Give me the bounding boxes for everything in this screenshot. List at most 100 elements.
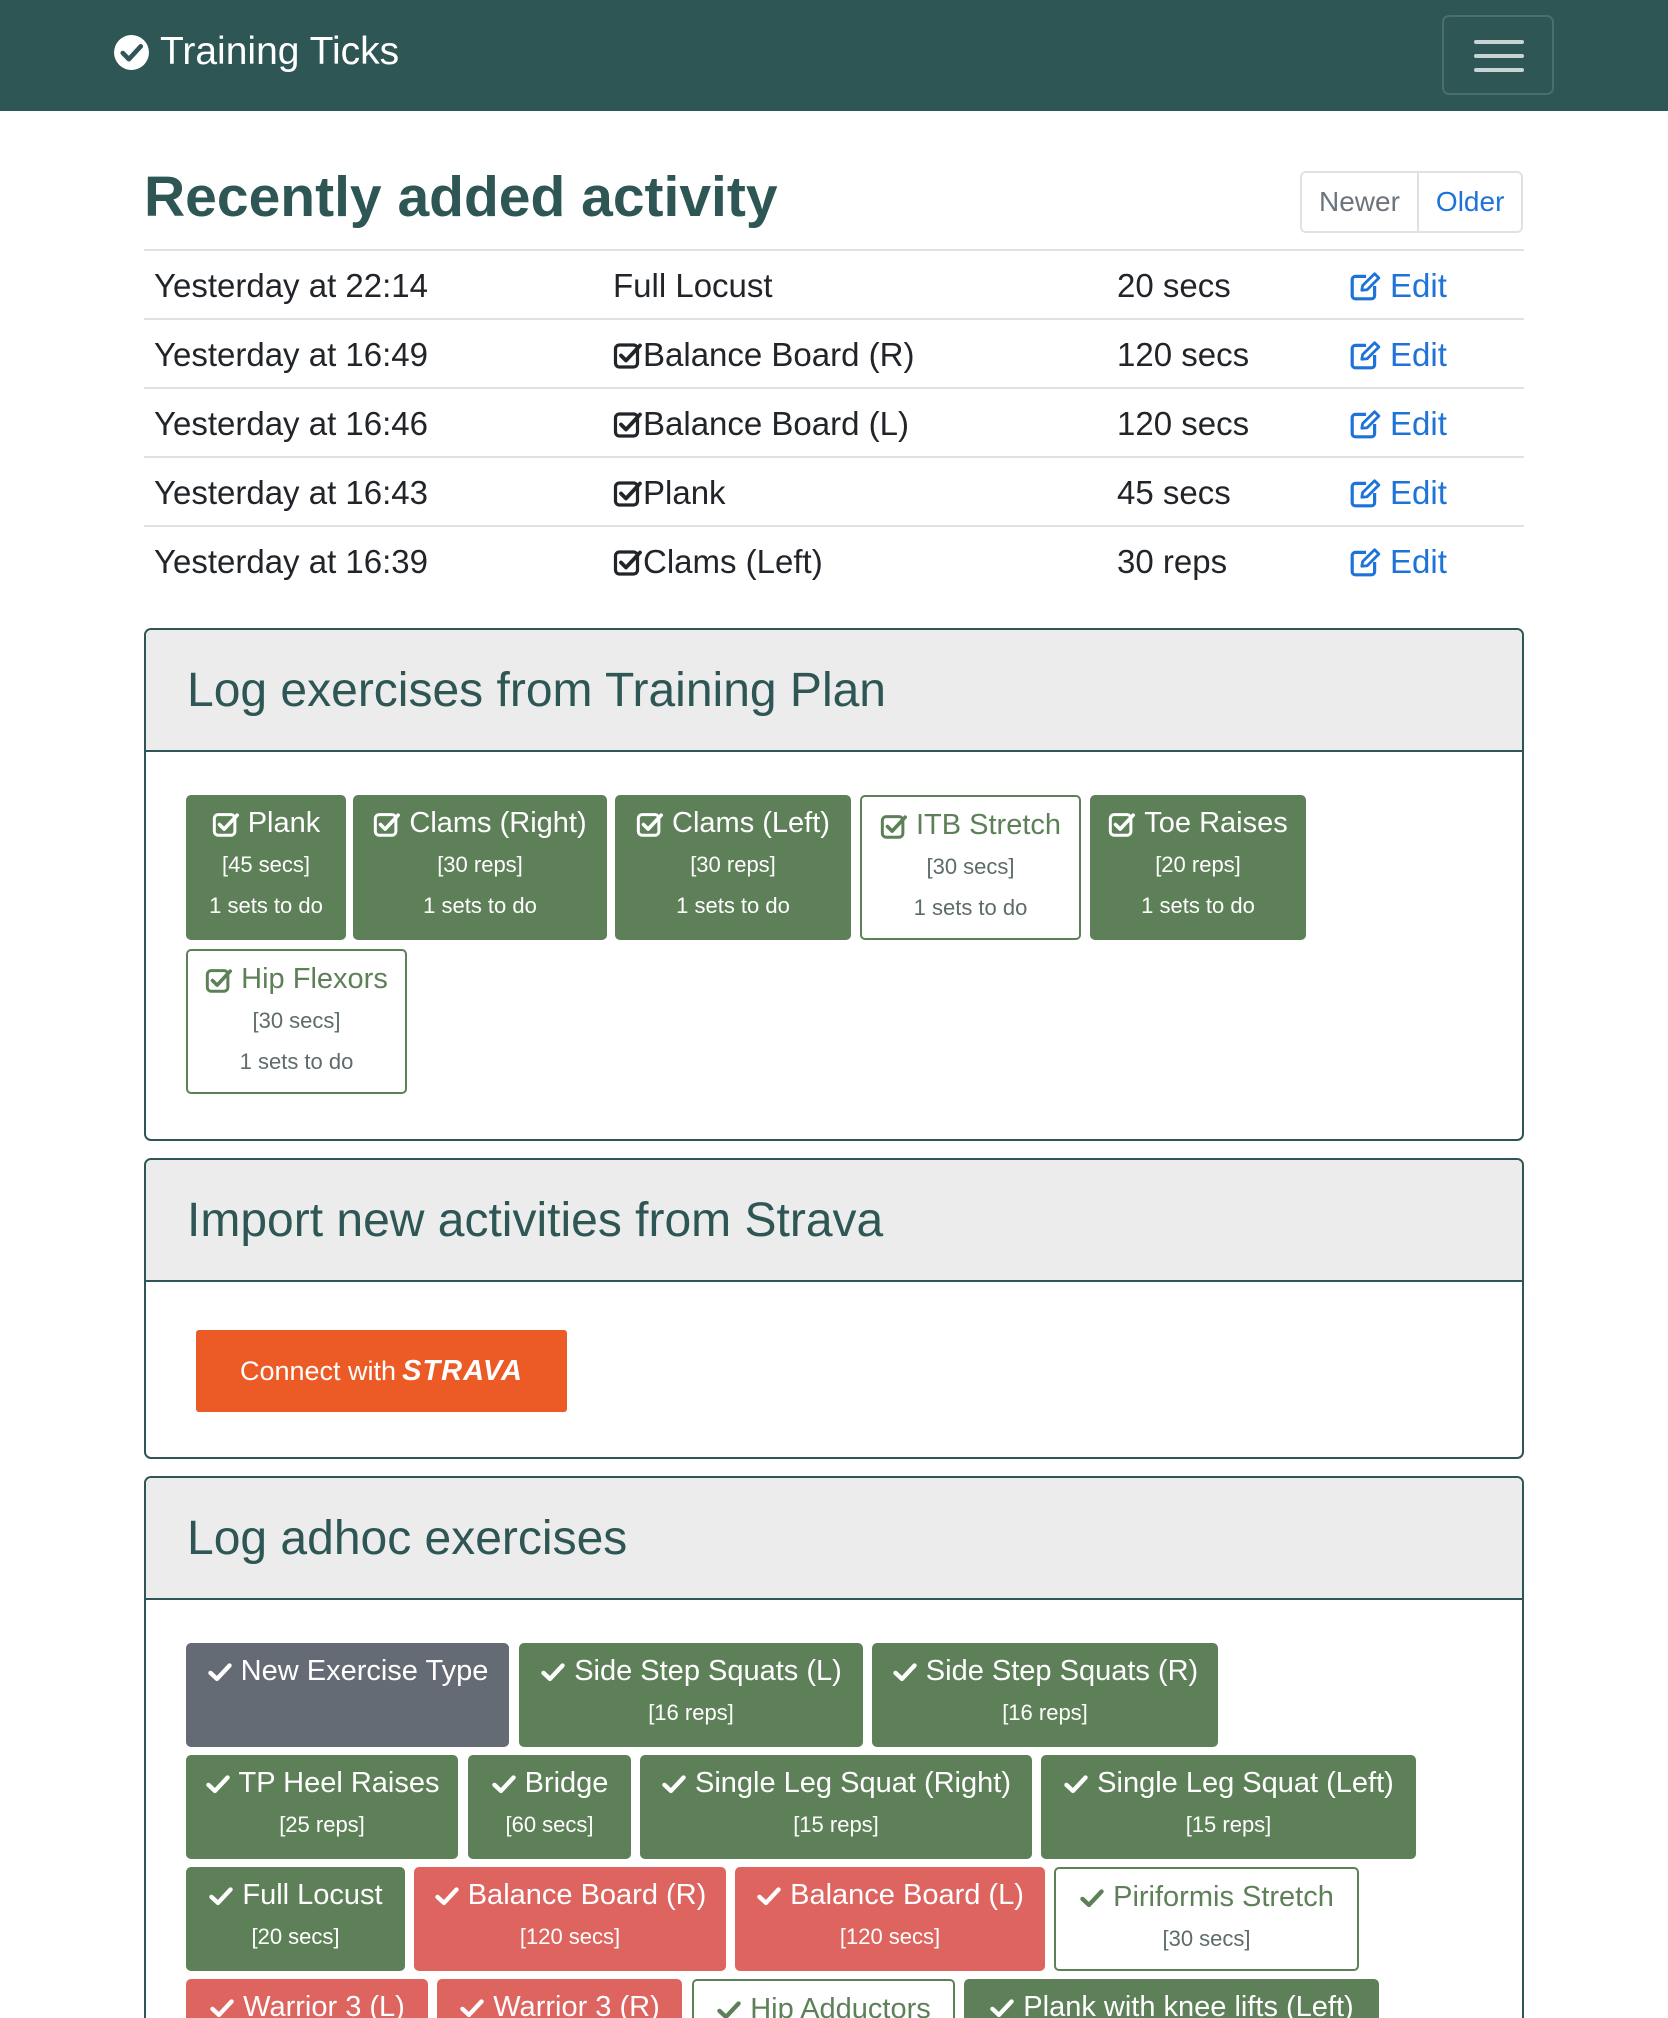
adhoc-exercise-button[interactable]: Side Step Squats (R) [16 reps] (872, 1643, 1218, 1747)
adhoc-exercise-detail: [25 reps] (279, 1812, 365, 1837)
activity-row: Yesterday at 16:49 Balance Board (R) 120 s… (144, 318, 1524, 387)
edit-label: Edit (1390, 336, 1447, 373)
connect-strava-button[interactable]: Connect with STRAVA (196, 1330, 567, 1412)
plan-exercise-sets: 1 sets to do (913, 895, 1028, 920)
plan-exercise-title: Clams (Left) (615, 807, 851, 840)
activity-table: Yesterday at 22:14 Full Locust 20 secs Edit… (144, 249, 1524, 594)
adhoc-exercise-button[interactable]: Side Step Squats (L) [16 reps] (519, 1643, 863, 1747)
plan-exercise-button[interactable]: Plank [45 secs] 1 sets to do (186, 795, 346, 940)
edit-link[interactable]: Edit (1349, 543, 1447, 581)
check-square-icon (212, 812, 239, 837)
check-icon (435, 1886, 459, 1905)
brand-link[interactable]: Training Ticks (113, 30, 399, 74)
activity-row: Yesterday at 22:14 Full Locust 20 secs Edit (144, 249, 1524, 318)
edit-link[interactable]: Edit (1349, 267, 1447, 305)
plan-exercise-title: Plank (186, 807, 346, 840)
edit-link[interactable]: Edit (1349, 405, 1447, 443)
activity-row: Yesterday at 16:43 Plank 45 secs Edit (144, 456, 1524, 525)
adhoc-exercise-button[interactable]: Warrior 3 (R) (437, 1979, 682, 2018)
adhoc-exercise-button[interactable]: Single Leg Squat (Left) [15 reps] (1041, 1755, 1416, 1859)
adhoc-exercise-button[interactable]: Hip Adductors (692, 1979, 955, 2018)
adhoc-exercise-title: Plank with knee lifts (Left) (964, 1991, 1379, 2018)
adhoc-exercise-button[interactable]: New Exercise Type (186, 1643, 509, 1747)
adhoc-exercise-name: Full Locust (242, 1879, 383, 1911)
plan-exercise-sets: 1 sets to do (209, 893, 323, 918)
adhoc-exercise-name: TP Heel Raises (238, 1767, 440, 1799)
adhoc-exercise-button[interactable]: TP Heel Raises [25 reps] (186, 1755, 458, 1859)
newer-button[interactable]: Newer (1302, 173, 1419, 231)
plan-exercise-sets: 1 sets to do (1141, 893, 1255, 918)
activity-time: Yesterday at 16:49 (154, 336, 428, 373)
adhoc-exercise-button[interactable]: Balance Board (L) [120 secs] (735, 1867, 1045, 1971)
adhoc-exercise-name: New Exercise Type (240, 1655, 489, 1687)
adhoc-exercise-name: Piriformis Stretch (1113, 1881, 1334, 1913)
adhoc-exercise-button[interactable]: Bridge [60 secs] (468, 1755, 631, 1859)
check-icon (990, 1998, 1014, 2017)
adhoc-exercise-button[interactable]: Plank with knee lifts (Left) (964, 1979, 1379, 2018)
adhoc-exercise-detail: [30 secs] (1162, 1926, 1251, 1951)
plan-exercise-name: ITB Stretch (915, 809, 1062, 841)
edit-icon (1350, 410, 1381, 439)
adhoc-exercise-detail: [16 reps] (648, 1700, 734, 1725)
adhoc-exercise-name: Warrior 3 (L) (243, 1991, 405, 2018)
adhoc-exercise-detail: [15 reps] (793, 1812, 879, 1837)
adhoc-exercise-button[interactable]: Balance Board (R) [120 secs] (414, 1867, 726, 1971)
adhoc-header: Log adhoc exercises (146, 1478, 1522, 1600)
plan-exercise-button[interactable]: Toe Raises [20 reps] 1 sets to do (1090, 795, 1306, 940)
adhoc-exercise-title: Warrior 3 (L) (186, 1991, 428, 2018)
strava-header: Import new activities from Strava (146, 1160, 1522, 1282)
activity-name-label: Full Locust (613, 267, 773, 304)
adhoc-exercise-button[interactable]: Full Locust [20 secs] (186, 1867, 405, 1971)
plan-exercise-button[interactable]: ITB Stretch [30 secs] 1 sets to do (860, 795, 1081, 940)
menu-toggle-button[interactable] (1442, 15, 1554, 95)
edit-label: Edit (1390, 543, 1447, 580)
adhoc-exercise-name: Warrior 3 (R) (493, 1991, 660, 2018)
activity-amount: 120 secs (1117, 405, 1250, 442)
adhoc-exercise-button[interactable]: Warrior 3 (L) (186, 1979, 428, 2018)
check-square-icon (613, 412, 642, 438)
check-square-icon (613, 343, 642, 369)
navbar: Training Ticks (0, 0, 1668, 111)
check-icon (1080, 1888, 1104, 1907)
plan-exercise-button[interactable]: Clams (Right) [30 reps] 1 sets to do (353, 795, 607, 940)
adhoc-exercise-button[interactable]: Piriformis Stretch [30 secs] (1054, 1867, 1359, 1971)
adhoc-exercise-name: Side Step Squats (R) (925, 1655, 1199, 1687)
adhoc-exercise-name: Balance Board (L) (790, 1879, 1024, 1911)
adhoc-exercise-title: Balance Board (L) (735, 1879, 1045, 1912)
activity-amount: 45 secs (1117, 474, 1231, 511)
adhoc-exercise-button[interactable]: Single Leg Squat (Right) [15 reps] (640, 1755, 1032, 1859)
check-icon (757, 1886, 781, 1905)
adhoc-exercise-detail: [120 secs] (839, 1924, 941, 1949)
plan-exercise-detail: [45 secs] (221, 852, 311, 877)
adhoc-exercise-name: Bridge (524, 1767, 609, 1799)
check-icon (209, 1886, 234, 1905)
adhoc-card: Log adhoc exercises New Exercise Type Sid… (144, 1476, 1524, 2018)
check-icon (541, 1662, 565, 1681)
edit-link[interactable]: Edit (1349, 474, 1447, 512)
check-icon (893, 1662, 917, 1681)
older-button[interactable]: Older (1419, 173, 1521, 231)
training-plan-card: Log exercises from Training Plan Plank [4… (144, 628, 1524, 1141)
activity-name: Balance Board (R) (613, 336, 914, 374)
plan-exercise-button[interactable]: Hip Flexors [30 secs] 1 sets to do (186, 949, 407, 1094)
adhoc-exercise-title: Full Locust (186, 1879, 405, 1912)
activity-name-label: Clams (Left) (643, 543, 823, 580)
adhoc-exercise-title: Piriformis Stretch (1056, 1881, 1357, 1914)
plan-exercise-detail: [30 secs] (252, 1008, 341, 1033)
edit-link[interactable]: Edit (1349, 336, 1447, 374)
plan-exercise-detail: [30 secs] (926, 854, 1015, 879)
activity-name: Clams (Left) (613, 543, 823, 581)
adhoc-exercise-detail: [20 secs] (251, 1924, 340, 1949)
plan-exercise-title: Clams (Right) (353, 807, 607, 840)
activity-time: Yesterday at 22:14 (154, 267, 428, 304)
pager: Newer Older (1300, 171, 1524, 233)
adhoc-exercise-title: Bridge (468, 1767, 631, 1800)
check-square-icon (613, 550, 642, 576)
adhoc-exercise-name: Plank with knee lifts (Left) (1023, 1991, 1354, 2018)
adhoc-exercise-title: Side Step Squats (R) (872, 1655, 1218, 1688)
activity-amount: 120 secs (1117, 336, 1250, 373)
adhoc-exercise-title: Single Leg Squat (Left) (1041, 1767, 1416, 1800)
activity-row: Yesterday at 16:39 Clams (Left) 30 reps Edi… (144, 525, 1524, 594)
plan-exercise-button[interactable]: Clams (Left) [30 reps] 1 sets to do (615, 795, 851, 940)
activity-name: Full Locust (613, 267, 773, 305)
